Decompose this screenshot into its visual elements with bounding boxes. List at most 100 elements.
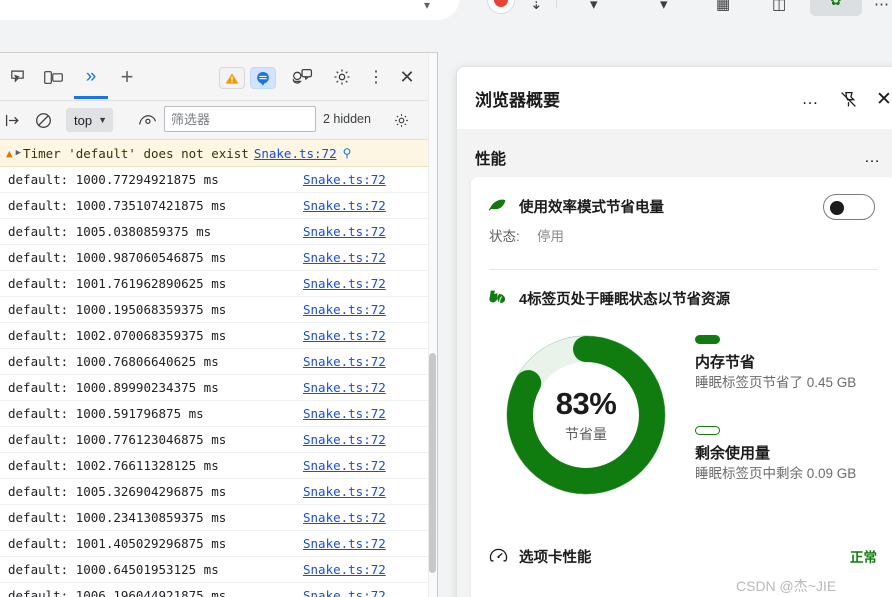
kebab-menu-icon[interactable]: ⋮ bbox=[365, 64, 387, 90]
legend-swatch-memory-saved bbox=[695, 335, 720, 344]
clear-console-icon[interactable] bbox=[30, 108, 56, 132]
console-log-row[interactable]: default: 1000.776123046875 ms Snake.ts:72 bbox=[0, 427, 437, 453]
issues-count-badge[interactable] bbox=[250, 67, 276, 89]
log-source-link[interactable]: Snake.ts:72 bbox=[303, 250, 386, 265]
tab-performance-label: 选项卡性能 bbox=[519, 550, 592, 566]
log-source-link[interactable]: Snake.ts:72 bbox=[303, 510, 386, 525]
split-screen-icon[interactable]: ◫ bbox=[772, 0, 786, 19]
legend-title: 内存节省 bbox=[695, 354, 756, 371]
console-log-row[interactable]: default: 1005.326904296875 ms Snake.ts:72 bbox=[0, 479, 437, 505]
log-source-link[interactable]: Snake.ts:72 bbox=[303, 224, 386, 239]
log-source-link[interactable]: Snake.ts:72 bbox=[303, 536, 386, 551]
log-message: default: 1006.196044921875 ms bbox=[8, 588, 227, 597]
section-more-icon[interactable]: … bbox=[860, 147, 884, 169]
console-log-row[interactable]: default: 1000.987060546875 ms Snake.ts:72 bbox=[0, 245, 437, 271]
log-source-link[interactable]: Snake.ts:72 bbox=[303, 302, 386, 317]
browser-essentials-flyout: 浏览器概要 … ✕ 性能 … 使用效率模式节省电量 状态: 停用 4标签页处于睡… bbox=[456, 66, 892, 597]
console-filter-box[interactable] bbox=[164, 106, 316, 132]
log-source-link[interactable]: Snake.ts:72 bbox=[303, 276, 386, 291]
address-bar[interactable] bbox=[0, 0, 460, 20]
console-log-row[interactable]: default: 1000.64501953125 ms Snake.ts:72 bbox=[0, 557, 437, 583]
efficiency-mode-toggle[interactable] bbox=[823, 194, 875, 220]
scrollbar-thumb[interactable] bbox=[429, 353, 436, 573]
log-source-link[interactable]: Snake.ts:72 bbox=[303, 328, 386, 343]
chevron-down-icon: ▼ bbox=[98, 115, 107, 125]
gear-icon[interactable] bbox=[328, 64, 356, 90]
log-source-link[interactable]: Snake.ts:72 bbox=[303, 562, 386, 577]
console-log-row[interactable]: default: 1001.405029296875 ms Snake.ts:72 bbox=[0, 531, 437, 557]
console-filter-toolbar: top ▼ 2 hidden bbox=[0, 101, 437, 140]
chevron-icon[interactable]: ▾ bbox=[590, 0, 598, 19]
log-message: default: 1000.77294921875 ms bbox=[8, 172, 219, 187]
console-warning-row[interactable]: ▲ ▶ Timer 'default' does not exist Snake… bbox=[0, 140, 437, 167]
log-source-link[interactable]: Snake.ts:72 bbox=[303, 588, 386, 597]
message-bubble-icon bbox=[257, 71, 269, 86]
chevron-down-icon[interactable]: ▾ bbox=[424, 0, 430, 12]
screenshot-root: ▾ ⇣ ▾ ▾ ▦ ◫ ✿ ⋯ » + ⋮ ✕ top ▼ 筛选器 2 hidd… bbox=[0, 0, 892, 597]
log-source-link[interactable]: Snake.ts:72 bbox=[303, 432, 386, 447]
collections-icon[interactable]: ▾ bbox=[660, 0, 668, 19]
savings-caption: 节省量 bbox=[565, 426, 607, 442]
console-log-row[interactable]: default: 1002.76611328125 ms Snake.ts:72 bbox=[0, 453, 437, 479]
devtools-tabbar: » + ⋮ ✕ bbox=[0, 53, 437, 101]
download-icon[interactable]: ⇣ bbox=[530, 0, 543, 19]
active-tab-indicator bbox=[74, 96, 108, 99]
console-sidebar-icon[interactable] bbox=[0, 108, 26, 132]
console-log-row[interactable]: default: 1000.76806640625 ms Snake.ts:72 bbox=[0, 349, 437, 375]
browser-essentials-leaf-icon[interactable]: ✿ bbox=[830, 0, 842, 9]
warning-source-link[interactable]: Snake.ts:72 bbox=[254, 146, 337, 161]
console-log-row[interactable]: default: 1000.89990234375 ms Snake.ts:72 bbox=[0, 375, 437, 401]
console-log-row[interactable]: default: 1002.070068359375 ms Snake.ts:72 bbox=[0, 323, 437, 349]
search-input[interactable] bbox=[165, 107, 315, 131]
page-title: 浏览器概要 bbox=[475, 91, 560, 110]
console-log-row[interactable]: default: 1005.0380859375 ms Snake.ts:72 bbox=[0, 219, 437, 245]
log-source-link[interactable]: Snake.ts:72 bbox=[303, 354, 386, 369]
efficiency-mode-row: 使用效率模式节省电量 状态: 停用 bbox=[471, 177, 892, 269]
close-icon[interactable]: ✕ bbox=[871, 86, 892, 112]
console-scrollbar[interactable] bbox=[428, 53, 437, 597]
favorites-icon[interactable]: ▦ bbox=[716, 0, 730, 19]
live-expression-icon[interactable] bbox=[134, 108, 160, 132]
gauge-icon bbox=[489, 547, 508, 571]
console-log-row[interactable]: default: 1000.234130859375 ms Snake.ts:72 bbox=[0, 505, 437, 531]
inspect-cursor-icon[interactable] bbox=[2, 62, 32, 92]
ai-assistant-icon[interactable] bbox=[288, 64, 316, 90]
device-toolbar-icon[interactable] bbox=[38, 62, 68, 92]
status-badge: 正常 bbox=[850, 550, 877, 565]
console-log-row[interactable]: default: 1001.761962890625 ms Snake.ts:72 bbox=[0, 271, 437, 297]
close-icon[interactable]: ✕ bbox=[394, 64, 420, 90]
efficiency-mode-label: 使用效率模式节省电量 bbox=[519, 200, 664, 216]
flyout-header: 浏览器概要 … ✕ bbox=[457, 67, 892, 129]
console-log-row[interactable]: default: 1000.195068359375 ms Snake.ts:72 bbox=[0, 297, 437, 323]
legend-description: 睡眠标签页中剩余 0.09 GB bbox=[695, 466, 857, 482]
more-options-icon[interactable]: … bbox=[797, 86, 823, 112]
console-log-row[interactable]: default: 1000.591796875 ms Snake.ts:72 bbox=[0, 401, 437, 427]
log-source-link[interactable]: Snake.ts:72 bbox=[303, 198, 386, 213]
expand-caret-icon[interactable]: ▶ bbox=[16, 148, 21, 158]
console-log-row[interactable]: default: 1000.77294921875 ms Snake.ts:72 bbox=[0, 167, 437, 193]
log-message: default: 1002.070068359375 ms bbox=[8, 328, 227, 343]
log-source-link[interactable]: Snake.ts:72 bbox=[303, 380, 386, 395]
warning-count-badge[interactable] bbox=[219, 67, 245, 89]
warning-message: Timer 'default' does not exist bbox=[23, 145, 249, 161]
log-source-link[interactable]: Snake.ts:72 bbox=[303, 406, 386, 421]
divider bbox=[489, 269, 877, 270]
info-magnifier-icon[interactable]: ⚲ bbox=[343, 146, 352, 160]
hidden-messages-count: 2 hidden bbox=[323, 112, 371, 126]
settings-more-icon[interactable]: ⋯ bbox=[874, 0, 889, 19]
more-tabs-button[interactable]: » bbox=[76, 62, 106, 92]
log-message: default: 1000.776123046875 ms bbox=[8, 432, 227, 447]
performance-card: 使用效率模式节省电量 状态: 停用 4标签页处于睡眠状态以节省资源 83% 节省… bbox=[471, 177, 892, 597]
console-log-row[interactable]: default: 1000.735107421875 ms Snake.ts:72 bbox=[0, 193, 437, 219]
log-source-link[interactable]: Snake.ts:72 bbox=[303, 484, 386, 499]
log-source-link[interactable]: Snake.ts:72 bbox=[303, 172, 386, 187]
toolbar-divider bbox=[556, 0, 557, 8]
execution-context-selector[interactable]: top ▼ bbox=[66, 108, 113, 132]
filter-settings-gear-icon[interactable] bbox=[389, 109, 413, 131]
legend-description: 睡眠标签页节省了 0.45 GB bbox=[695, 375, 857, 390]
unpin-icon[interactable] bbox=[835, 86, 861, 112]
log-message: default: 1000.234130859375 ms bbox=[8, 510, 227, 525]
console-log-row[interactable]: default: 1006.196044921875 ms Snake.ts:72 bbox=[0, 583, 437, 597]
add-tab-button[interactable]: + bbox=[114, 62, 140, 92]
log-source-link[interactable]: Snake.ts:72 bbox=[303, 458, 386, 473]
